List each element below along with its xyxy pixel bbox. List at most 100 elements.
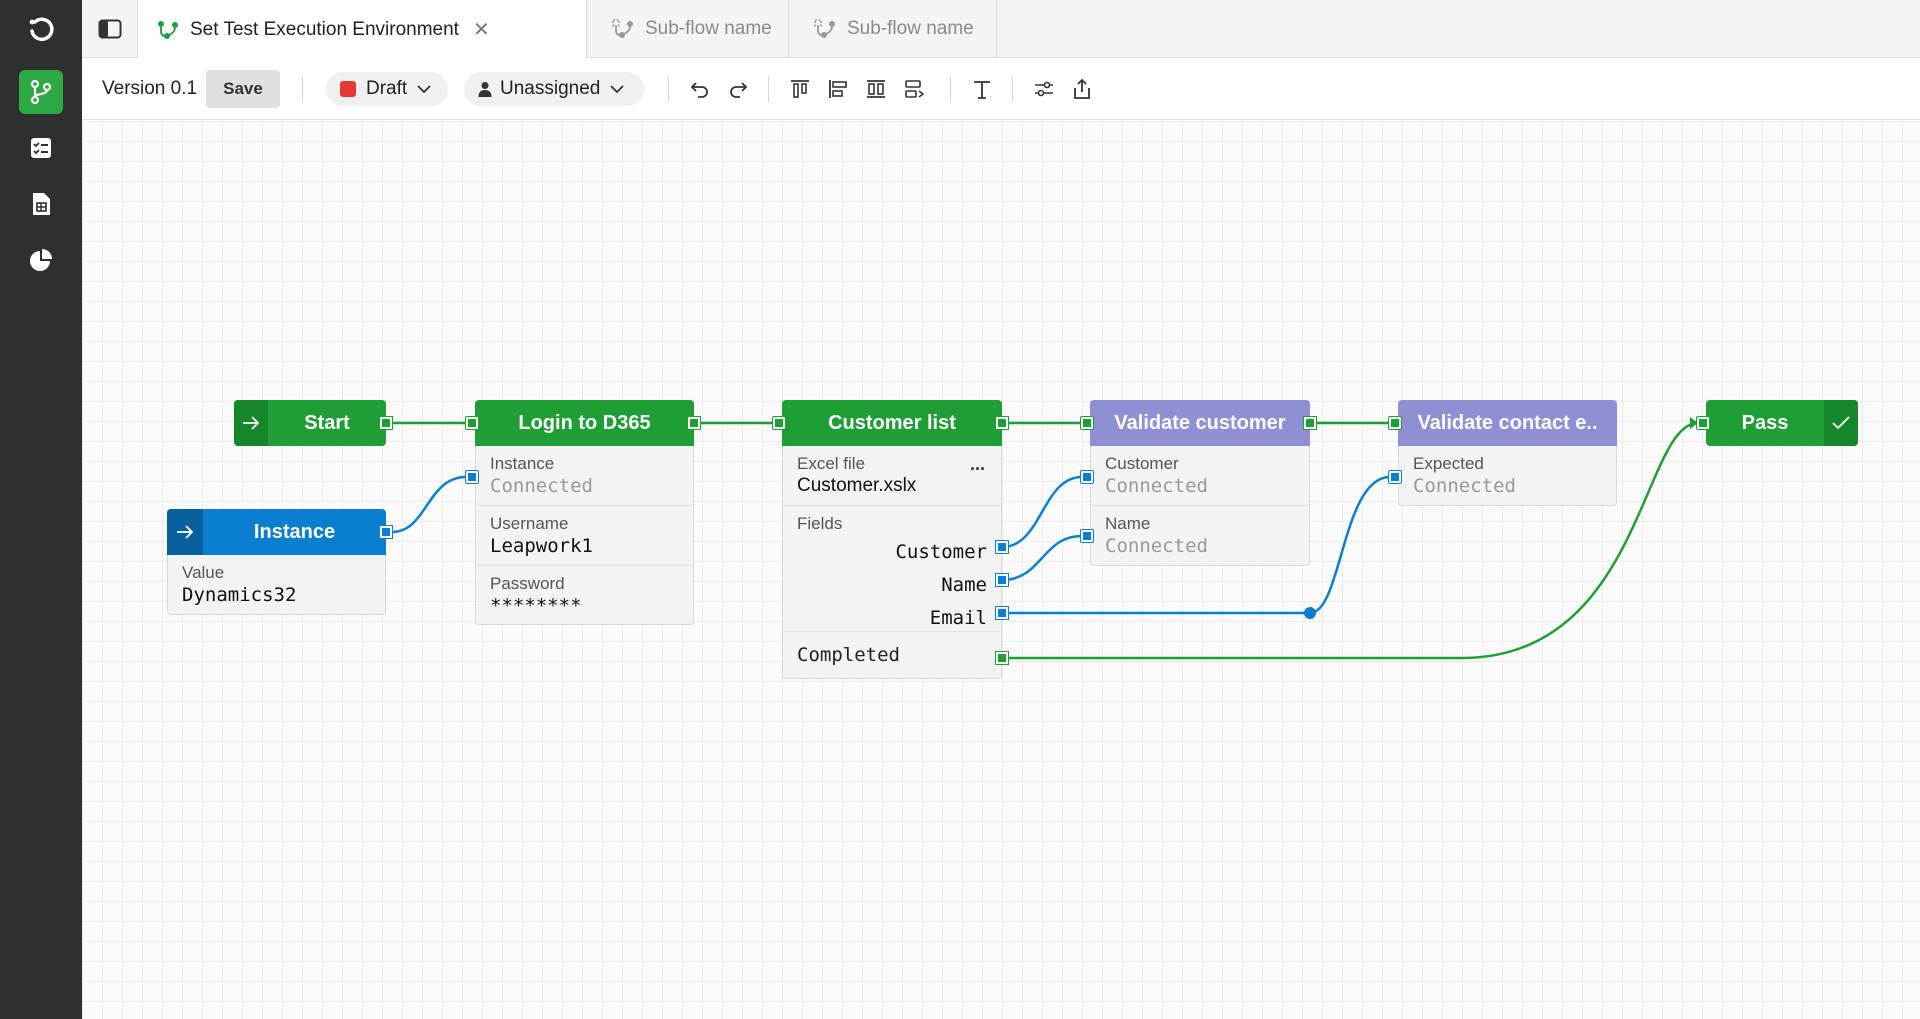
tab-sub-flow-2[interactable]: Sub-flow name: [789, 0, 997, 58]
distribute-horizontal-icon: [867, 80, 885, 98]
sidebar-toggle-icon: [98, 19, 121, 39]
chevron-down-icon: [610, 85, 624, 94]
input-port[interactable]: [1388, 416, 1402, 430]
node-title: Instance: [253, 520, 336, 543]
report-document-icon[interactable]: [19, 182, 63, 226]
input-port[interactable]: [772, 416, 786, 430]
app-logo-icon[interactable]: [19, 8, 63, 52]
text-tool-button[interactable]: [968, 75, 996, 103]
undo-icon: [690, 82, 708, 98]
node-login-d365[interactable]: Login to D365 Instance Connected Usernam…: [465, 400, 701, 625]
output-port[interactable]: [379, 525, 393, 539]
output-port[interactable]: [995, 416, 1009, 430]
field-value: Connected: [1105, 475, 1208, 497]
field-output-name: Name: [941, 574, 987, 596]
name-field[interactable]: Name Connected: [1091, 506, 1309, 565]
node-title: Customer list: [828, 411, 956, 434]
node-validate-contact[interactable]: Validate contact e.. Expected Connected: [1388, 400, 1617, 506]
field-label: Expected: [1413, 454, 1484, 473]
output-port[interactable]: [687, 416, 701, 430]
node-validate-customer[interactable]: Validate customer Customer Connected Nam…: [1080, 400, 1317, 566]
node-pass[interactable]: Pass: [1696, 400, 1858, 446]
expected-field[interactable]: Expected Connected: [1399, 446, 1616, 505]
toolbar-divider: [950, 76, 951, 102]
settings-sliders-button[interactable]: [1030, 75, 1058, 103]
close-icon[interactable]: ✕: [473, 17, 490, 42]
output-port[interactable]: [379, 416, 393, 430]
tab-label: Set Test Execution Environment: [190, 18, 459, 40]
status-color-swatch: [340, 81, 356, 97]
toolbar-divider: [302, 76, 303, 102]
field-value: Connected: [490, 475, 593, 497]
email-output-port[interactable]: [995, 606, 1009, 620]
name-output-port[interactable]: [995, 573, 1009, 587]
align-left-button[interactable]: [824, 75, 852, 103]
input-port[interactable]: [1696, 416, 1710, 430]
toolbar-divider: [768, 76, 769, 102]
node-header[interactable]: Validate customer: [1090, 400, 1310, 446]
field-label: Instance: [490, 454, 555, 473]
field-label: Value: [182, 563, 225, 582]
checklist-icon[interactable]: [19, 126, 63, 170]
toolbar-divider: [1012, 76, 1013, 102]
value-field[interactable]: Value Dynamics32: [168, 555, 385, 614]
completed-output: Completed: [797, 644, 900, 666]
arrow-right-icon: [167, 509, 203, 555]
distribute-vertical-icon: [905, 80, 925, 98]
more-options-icon[interactable]: ...: [970, 454, 985, 475]
excel-file-field[interactable]: Excel file Customer.xslx ...: [783, 446, 1001, 506]
node-body: Expected Connected: [1398, 446, 1617, 506]
flow-canvas[interactable]: Start Instance Value Dynamics32 Login to…: [82, 121, 1920, 1019]
output-port[interactable]: [1303, 416, 1317, 430]
sidebar-toggle-button[interactable]: [82, 0, 138, 58]
completed-output-port[interactable]: [995, 651, 1009, 665]
tab-sub-flow-1[interactable]: Sub-flow name: [587, 0, 789, 58]
customer-input-port[interactable]: [1080, 470, 1094, 484]
field-label: Username: [490, 514, 569, 533]
align-top-button[interactable]: [786, 75, 814, 103]
status-dropdown[interactable]: Draft: [326, 72, 448, 106]
password-field[interactable]: Password ********: [476, 566, 693, 624]
node-header[interactable]: Instance: [167, 509, 386, 555]
node-header[interactable]: Start: [234, 400, 386, 446]
redo-button[interactable]: [724, 75, 752, 103]
name-input-port[interactable]: [1080, 529, 1094, 543]
sliders-icon: [1035, 81, 1053, 97]
tab-set-test-execution-environment[interactable]: Set Test Execution Environment ✕: [138, 0, 587, 59]
save-button[interactable]: Save: [206, 70, 280, 108]
node-body: Instance Connected Username Leapwork1 Pa…: [475, 446, 694, 625]
instance-field[interactable]: Instance Connected: [476, 446, 693, 506]
assignee-dropdown[interactable]: Unassigned: [464, 72, 644, 106]
node-instance[interactable]: Instance Value Dynamics32: [167, 509, 393, 615]
chevron-down-icon: [417, 85, 431, 94]
field-label: Fields: [797, 514, 843, 533]
node-title: Validate customer: [1114, 411, 1286, 434]
node-header[interactable]: Validate contact e..: [1398, 400, 1617, 446]
node-title: Start: [304, 411, 350, 434]
field-value: Connected: [1413, 475, 1516, 497]
pie-chart-icon[interactable]: [19, 238, 63, 282]
node-title: Login to D365: [518, 411, 651, 434]
node-header[interactable]: Pass: [1706, 400, 1858, 446]
distribute-vertical-button[interactable]: [900, 75, 928, 103]
subflow-icon: [612, 19, 633, 38]
flow-branch-icon[interactable]: [19, 70, 63, 114]
node-start[interactable]: Start: [234, 400, 393, 446]
node-header[interactable]: Customer list: [782, 400, 1002, 446]
username-field[interactable]: Username Leapwork1: [476, 506, 693, 566]
undo-button[interactable]: [686, 75, 714, 103]
export-button[interactable]: [1068, 75, 1096, 103]
input-port[interactable]: [465, 416, 479, 430]
node-body: Value Dynamics32: [167, 555, 386, 615]
expected-input-port[interactable]: [1388, 470, 1402, 484]
customer-output-port[interactable]: [995, 540, 1009, 554]
check-icon: [1824, 400, 1858, 446]
node-customer-list[interactable]: Customer list Excel file Customer.xslx .…: [772, 400, 1009, 679]
redo-icon: [730, 82, 748, 98]
distribute-horizontal-button[interactable]: [862, 75, 890, 103]
instance-input-port[interactable]: [465, 470, 479, 484]
flow-tab-icon: [158, 20, 178, 39]
customer-field[interactable]: Customer Connected: [1091, 446, 1309, 506]
node-header[interactable]: Login to D365: [475, 400, 694, 446]
input-port[interactable]: [1080, 416, 1094, 430]
